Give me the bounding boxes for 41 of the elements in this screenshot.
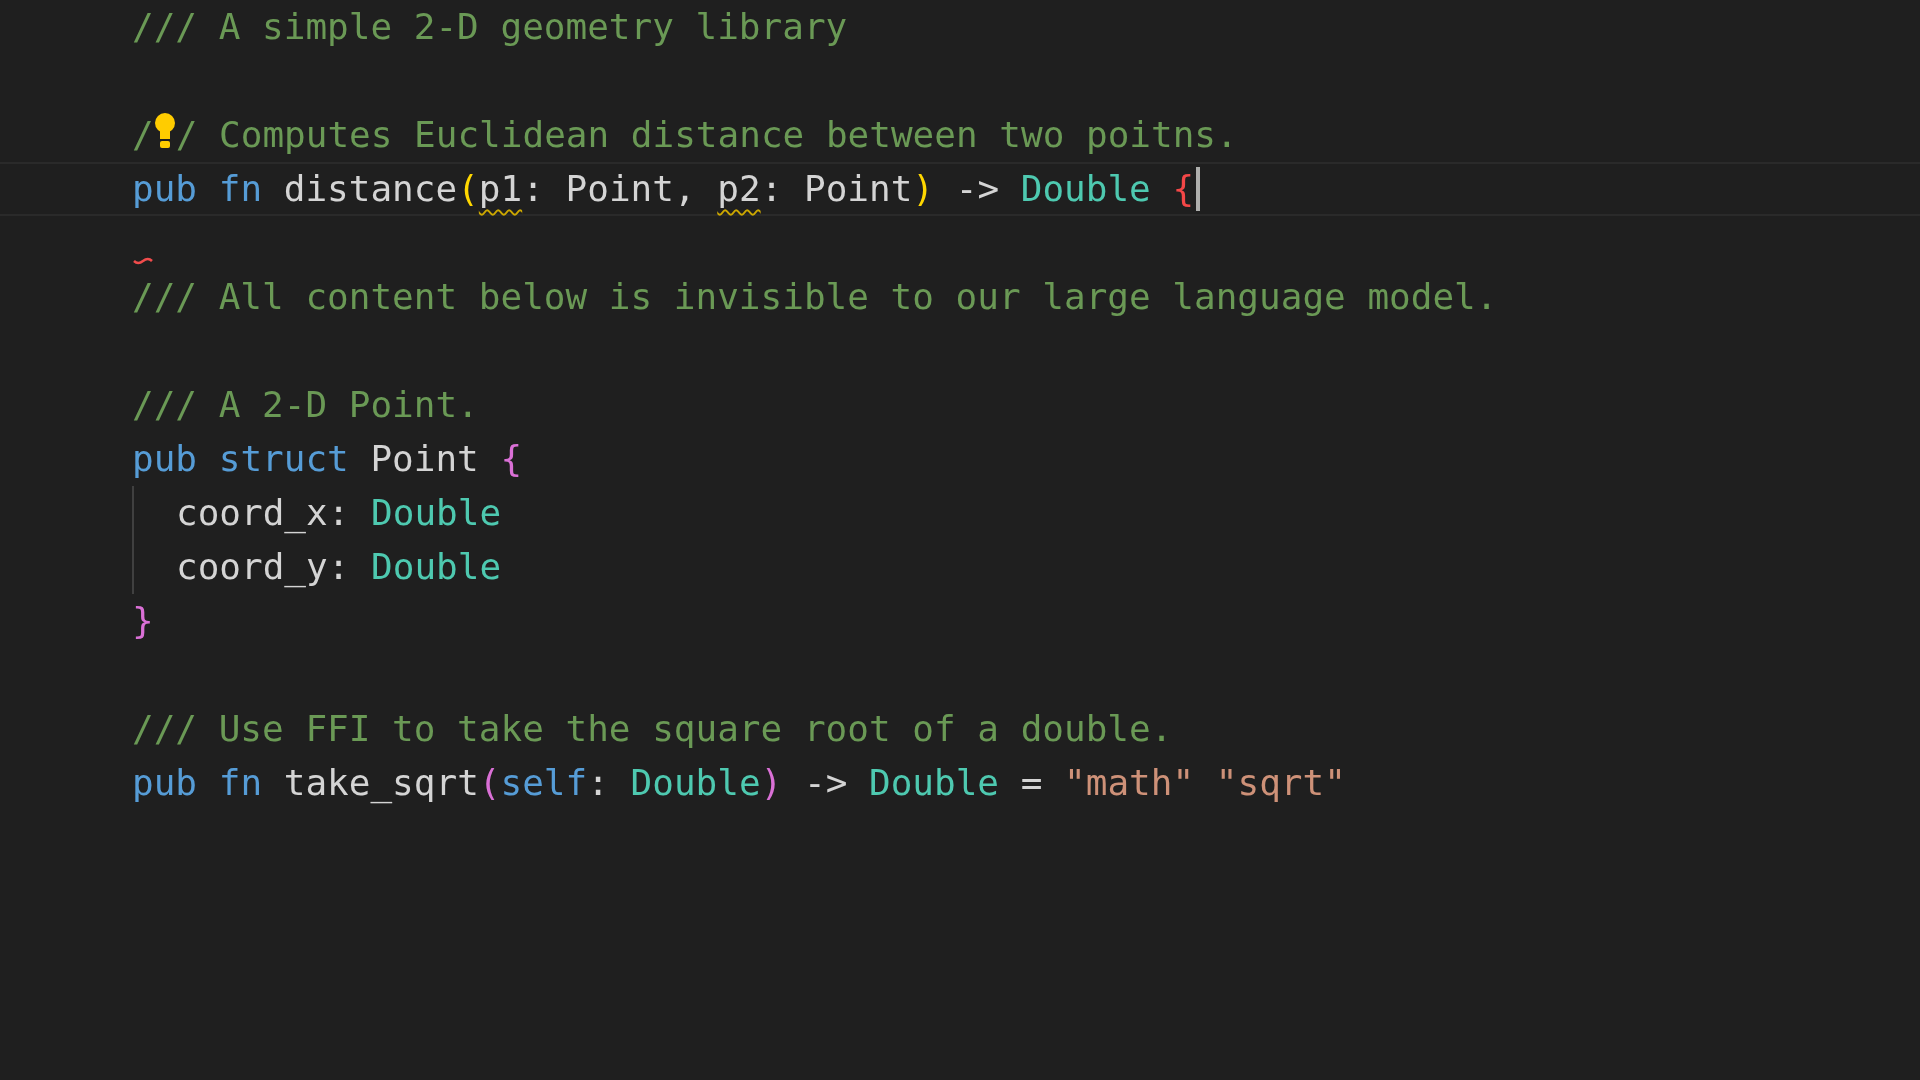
code-text: ->	[954, 167, 1001, 211]
code-text: p1	[478, 167, 523, 211]
code-text: Point	[369, 437, 480, 481]
bracket: }	[132, 599, 154, 643]
code-text: : Point	[760, 167, 913, 211]
keyword-text: fn	[217, 167, 263, 211]
code-comment: /	[132, 113, 154, 157]
code-text: take_sqrt	[282, 761, 479, 806]
code-text: ->	[802, 761, 849, 805]
code-comment: /// All content below is invisible to our large language model.	[132, 275, 1498, 319]
keyword-text: fn	[217, 761, 263, 805]
lightbulb-icon[interactable]	[153, 113, 176, 149]
keyword-text: pub	[132, 761, 198, 805]
code-text: :	[587, 761, 610, 805]
code-text: : Point,	[522, 167, 697, 211]
code-text: distance	[282, 167, 458, 211]
keyword-text: struct	[217, 437, 349, 481]
bracket: {	[500, 437, 523, 481]
bracket: (	[457, 167, 479, 211]
code-text: coord_y:	[176, 545, 351, 590]
code-comment: / Computes Euclidean distance between two poitns.	[175, 113, 1238, 157]
type-name: Double	[869, 761, 1000, 805]
bracket: )	[912, 167, 935, 211]
type-name: Double	[1020, 167, 1151, 211]
type-name: Double	[371, 491, 502, 535]
type-name: Double	[630, 761, 761, 805]
code-text: p2	[717, 167, 761, 211]
bracket: (	[478, 761, 501, 805]
code-text: coord_x:	[176, 491, 351, 536]
string-literal: "math"	[1064, 761, 1196, 805]
keyword-text: self	[500, 761, 588, 805]
code-comment: /// A 2-D Point.	[132, 383, 479, 427]
keyword-text: pub	[132, 437, 198, 481]
string-literal: "sqrt"	[1215, 761, 1346, 805]
keyword-text: pub	[132, 167, 198, 211]
code-comment: /// A simple 2-D geometry library	[132, 5, 848, 49]
bracket: )	[760, 761, 783, 805]
bracket: {	[1171, 167, 1195, 211]
type-name: Double	[371, 545, 502, 589]
code-comment: /// Use FFI to take the square root of a double.	[132, 707, 1173, 751]
code-text: =	[1019, 761, 1044, 805]
